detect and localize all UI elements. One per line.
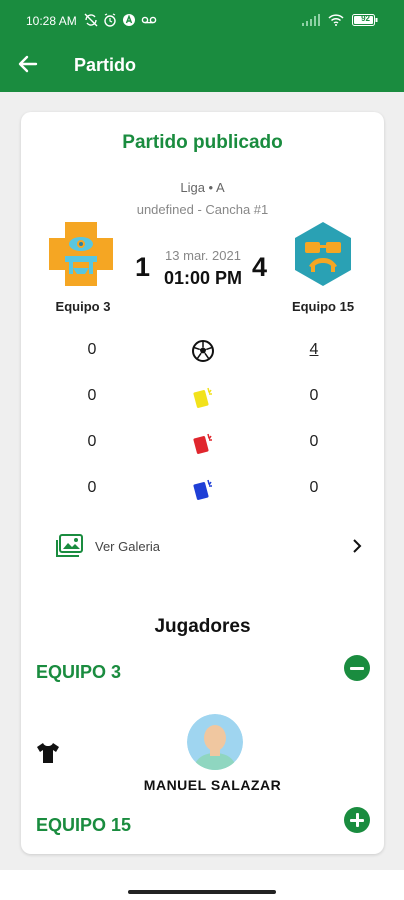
away-score: 4	[252, 252, 268, 282]
gallery-label: Ver Galeria	[95, 539, 161, 554]
venue-label: undefined - Cancha #1	[136, 202, 269, 217]
home-goals: 0	[87, 341, 97, 358]
home-blue-cards: 0	[87, 479, 97, 496]
shirt-icon	[37, 743, 59, 763]
status-system-icons: 92	[302, 14, 378, 26]
match-time: 01:00 PM	[163, 268, 243, 288]
app-bar: Partido	[0, 42, 404, 92]
back-arrow-icon[interactable]	[16, 52, 40, 76]
system-navigation-bar	[0, 870, 404, 900]
player-name: MANUEL SALAZAR	[143, 777, 282, 793]
league-label: Liga • A	[180, 180, 225, 195]
red-card-icon	[193, 433, 212, 454]
stat-row-goals: 0 4	[21, 337, 384, 367]
signal-icon	[302, 14, 320, 26]
status-notification-icons	[84, 13, 157, 27]
players-team-header-home[interactable]: EQUIPO 3	[36, 662, 121, 683]
home-red-cards: 0	[87, 433, 97, 450]
away-goals[interactable]: 4	[299, 341, 329, 359]
match-status-title: Partido publicado	[122, 132, 283, 153]
match-date: 13 mar. 2021	[165, 248, 241, 263]
stat-row-red-cards: 0 0	[21, 429, 384, 459]
status-time: 10:28 AM	[26, 14, 77, 28]
away-team-logo[interactable]	[291, 222, 355, 286]
away-yellow-cards: 0	[309, 387, 319, 404]
away-red-cards: 0	[309, 433, 319, 450]
home-yellow-cards: 0	[87, 387, 97, 404]
player-avatar[interactable]	[187, 714, 243, 770]
blue-card-icon	[193, 479, 212, 500]
stat-row-yellow-cards: 0 0	[21, 383, 384, 413]
wifi-icon	[328, 14, 344, 26]
stat-row-blue-cards: 0 0	[21, 475, 384, 505]
home-team-logo[interactable]	[49, 222, 113, 286]
soccer-ball-icon	[192, 340, 214, 362]
expand-team-button[interactable]	[344, 807, 370, 833]
page-title: Partido	[74, 55, 137, 75]
collapse-team-button[interactable]	[344, 655, 370, 681]
home-gesture-handle[interactable]	[128, 890, 276, 894]
status-bar: 10:28 AM 92	[0, 0, 404, 42]
match-card: Partido publicado Liga • A undefined - C…	[21, 112, 384, 854]
battery-level: 92	[361, 14, 370, 23]
players-section-title: Jugadores	[154, 616, 251, 637]
away-blue-cards: 0	[309, 479, 319, 496]
gallery-link[interactable]: Ver Galeria	[55, 533, 365, 561]
yellow-card-icon	[193, 387, 212, 408]
minus-icon	[350, 667, 364, 670]
sync-off-icon	[84, 13, 98, 27]
chevron-right-icon	[353, 539, 362, 553]
home-team-name: Equipo 3	[55, 299, 111, 314]
alarm-icon	[104, 13, 116, 27]
away-team-name: Equipo 15	[291, 299, 355, 314]
voicemail-icon	[141, 16, 157, 24]
a-badge-icon	[123, 14, 135, 26]
players-team-header-away[interactable]: EQUIPO 15	[36, 815, 131, 836]
gallery-icon	[56, 534, 83, 557]
